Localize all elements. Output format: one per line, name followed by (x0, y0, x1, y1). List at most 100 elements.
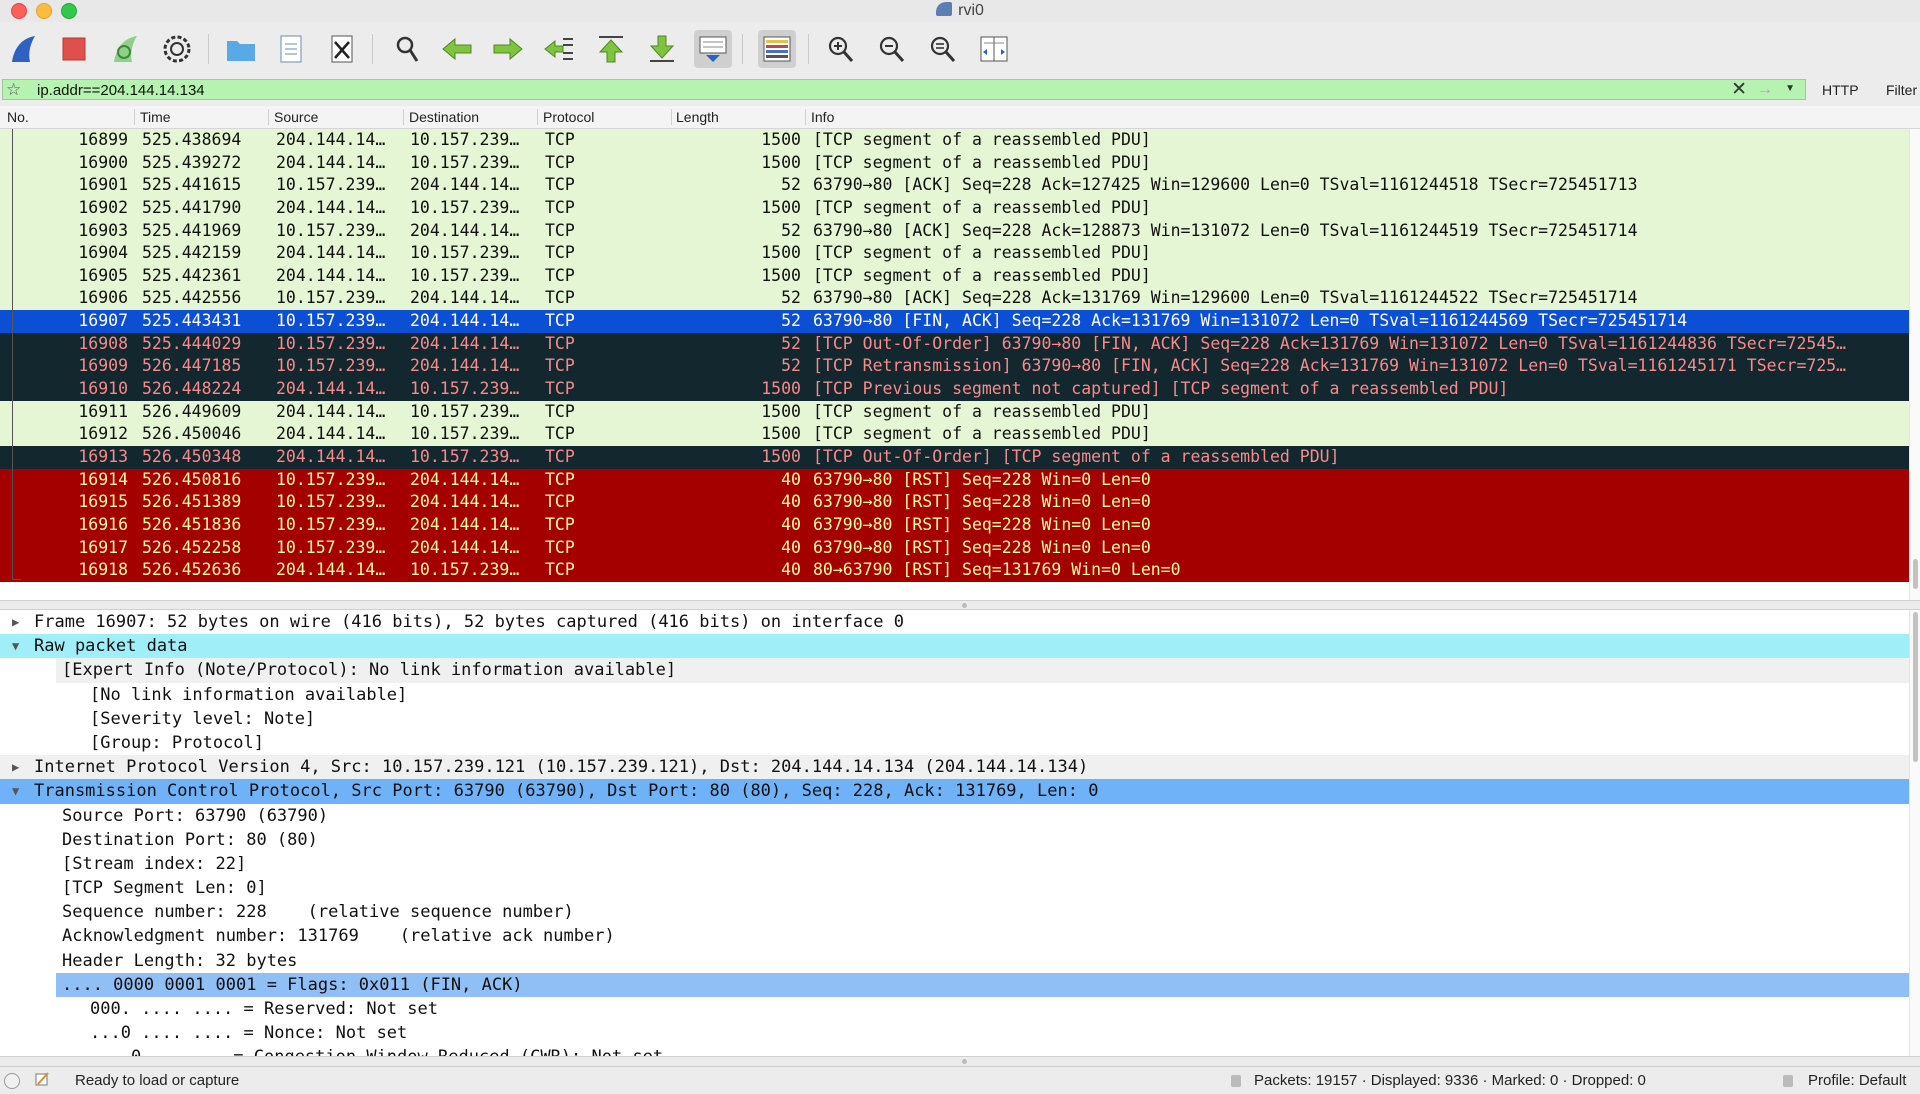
detail-tree-item[interactable]: 000. .... .... = Reserved: Not set (0, 997, 1920, 1021)
packet-row[interactable]: 16912 526.450046 204.144.14… 10.157.239… TCP… (0, 423, 1910, 446)
find-packet-button[interactable] (388, 30, 426, 68)
resize-columns-button[interactable] (975, 30, 1013, 68)
scrollbar-thumb[interactable] (1913, 612, 1918, 762)
filter-history-chevron-icon[interactable]: ▼ (1785, 83, 1795, 94)
go-last-packet-button[interactable] (643, 30, 681, 68)
detail-tree-item[interactable]: ...0 .... .... = Nonce: Not set (0, 1021, 1920, 1045)
packet-row[interactable]: 16910 526.448224 204.144.14… 10.157.239… TCP… (0, 378, 1910, 401)
packet-row[interactable]: 16906 525.442556 10.157.239… 204.144.14… TCP… (0, 287, 1910, 311)
packet-list-scrollbar[interactable] (1909, 129, 1920, 600)
packet-row[interactable]: 16899 525.438694 204.144.14… 10.157.239… TCP… (0, 129, 1910, 152)
scrollbar-thumb[interactable] (1913, 559, 1918, 589)
detail-tree-item[interactable]: Sequence number: 228 (relative sequence … (0, 900, 1920, 924)
zoom-out-button[interactable] (873, 30, 911, 68)
cell-no: 16899 (78, 130, 128, 149)
packet-row[interactable]: 16911 526.449609 204.144.14… 10.157.239… TCP… (0, 400, 1910, 424)
packet-row[interactable]: 16915 526.451389 10.157.239… 204.144.14… TCP… (0, 491, 1910, 514)
autoscroll-button[interactable] (694, 30, 732, 68)
capture-comment-icon[interactable] (34, 1072, 50, 1086)
display-filter-value[interactable]: ip.addr==204.144.14.134 (37, 82, 205, 99)
column-header-info[interactable]: Info (811, 109, 834, 125)
column-divider[interactable] (403, 109, 404, 125)
packet-row[interactable]: 16913 526.450348 204.144.14… 10.157.239… TCP… (0, 445, 1910, 469)
capture-options-button[interactable] (158, 30, 196, 68)
detail-tree-item[interactable]: Source Port: 63790 (63790) (0, 804, 1920, 828)
detail-tree-item[interactable]: ▼[Expert Info (Note/Protocol): No link i… (56, 658, 1920, 683)
detail-tree-item[interactable]: ▼.... 0000 0001 0001 = Flags: 0x011 (FIN… (56, 972, 1920, 997)
detail-tree-item[interactable]: [Group: Protocol] (0, 731, 1920, 755)
go-first-packet-button[interactable] (592, 30, 630, 68)
go-forward-button[interactable] (489, 30, 527, 68)
http-filter-button[interactable]: HTTP (1822, 82, 1859, 98)
collapse-triangle-icon[interactable]: ▼ (12, 634, 19, 658)
normal-size-button[interactable] (924, 30, 962, 68)
packet-row[interactable]: 16916 526.451836 10.157.239… 204.144.14… TCP… (0, 513, 1910, 537)
detail-tree-item[interactable]: Acknowledgment number: 131769 (relative … (0, 924, 1920, 948)
column-header-length[interactable]: Length (676, 109, 719, 125)
column-header-time[interactable]: Time (140, 109, 171, 125)
expand-triangle-icon[interactable]: ▶ (12, 610, 19, 634)
splitter-handle[interactable] (962, 603, 967, 608)
packet-row[interactable]: 16904 525.442159 204.144.14… 10.157.239… TCP… (0, 242, 1910, 265)
colorize-button[interactable] (758, 30, 796, 68)
packet-row[interactable]: 16905 525.442361 204.144.14… 10.157.239… TCP… (0, 264, 1910, 288)
packet-row[interactable]: 16900 525.439272 204.144.14… 10.157.239… TCP… (0, 151, 1910, 175)
packet-row[interactable]: 16909 526.447185 10.157.239… 204.144.14… TCP… (0, 355, 1910, 379)
column-header-source[interactable]: Source (274, 109, 318, 125)
column-divider[interactable] (537, 109, 538, 125)
detail-tree-item[interactable]: ....0... .... = Congestion Window Reduce… (0, 1045, 1920, 1056)
stop-capture-button[interactable] (55, 30, 93, 68)
column-divider[interactable] (268, 109, 269, 125)
column-header-destination[interactable]: Destination (409, 109, 479, 125)
packet-row[interactable]: 16917 526.452258 10.157.239… 204.144.14… TCP… (0, 536, 1910, 560)
detail-tree-item[interactable]: [No link information available] (0, 683, 1920, 707)
packet-row[interactable]: 16908 525.444029 10.157.239… 204.144.14… TCP… (0, 332, 1910, 356)
open-file-button[interactable] (222, 30, 260, 68)
column-header-no[interactable]: No. (7, 109, 29, 125)
detail-tree-item[interactable]: Header Length: 32 bytes (0, 949, 1920, 973)
detail-tree-item[interactable]: Destination Port: 80 (80) (0, 828, 1920, 852)
restart-capture-button[interactable] (106, 30, 144, 68)
start-capture-button[interactable] (4, 30, 42, 68)
bookmark-star-icon[interactable]: ☆ (6, 81, 21, 99)
save-file-button[interactable] (272, 30, 310, 68)
expand-triangle-icon[interactable]: ▶ (12, 755, 19, 779)
go-to-packet-button[interactable] (540, 30, 578, 68)
cell-protocol: TCP (545, 243, 575, 263)
cell-time: 526.450348 (142, 446, 242, 466)
packet-row[interactable]: 16914 526.450816 10.157.239… 204.144.14… TCP… (0, 468, 1910, 492)
detail-tree-item[interactable]: ▶ Internet Protocol Version 4, Src: 10.15… (0, 755, 1920, 780)
column-divider[interactable] (134, 109, 135, 125)
detail-tree-item[interactable]: ▶ Frame 16907: 52 bytes on wire (416 bits… (0, 610, 1920, 634)
detail-tree-item[interactable]: ▼ Raw packet data (0, 634, 1920, 659)
packet-row[interactable]: 16907 525.443431 10.157.239… 204.144.14… TCP… (0, 310, 1910, 333)
clear-filter-icon[interactable]: ✕ (1731, 80, 1747, 100)
zoom-in-button[interactable] (822, 30, 860, 68)
expert-info-led-icon[interactable] (4, 1073, 20, 1089)
detail-tree-item[interactable]: [Stream index: 22] (0, 852, 1920, 876)
packet-row[interactable]: 16902 525.441790 204.144.14… 10.157.239… TCP… (0, 196, 1910, 220)
detail-tree-item[interactable]: [TCP Segment Len: 0] (0, 876, 1920, 900)
column-divider[interactable] (805, 109, 806, 125)
packet-row[interactable]: 16903 525.441969 10.157.239… 204.144.14… TCP… (0, 219, 1910, 243)
detail-tree-item[interactable]: ▼ Transmission Control Protocol, Src Port… (0, 779, 1920, 804)
pane-splitter[interactable] (0, 600, 1920, 610)
cell-info: [TCP segment of a reassembled PDU] (813, 424, 1151, 444)
apply-filter-arrow-icon[interactable]: → (1757, 80, 1773, 100)
packet-row[interactable]: 16901 525.441615 10.157.239… 204.144.14… TCP… (0, 174, 1910, 197)
detail-text: Frame 16907: 52 bytes on wire (416 bits)… (34, 612, 904, 632)
details-scrollbar[interactable] (1909, 610, 1920, 1056)
column-header-protocol[interactable]: Protocol (543, 109, 594, 125)
close-file-button[interactable] (323, 30, 361, 68)
go-back-button[interactable] (438, 30, 476, 68)
collapse-triangle-icon[interactable]: ▼ (12, 779, 19, 803)
display-filter-input[interactable]: ☆ ip.addr==204.144.14.134 ✕ → ▼ (2, 79, 1806, 100)
filter-expression-button[interactable]: Filter (1886, 82, 1917, 98)
cell-destination: 10.157.239… (410, 197, 520, 217)
detail-tree-item[interactable]: [Severity level: Note] (0, 707, 1920, 731)
cell-protocol: TCP (545, 446, 575, 466)
splitter-handle[interactable] (962, 1059, 967, 1064)
column-divider[interactable] (671, 109, 672, 125)
profile-label[interactable]: Profile: Default (1808, 1072, 1906, 1089)
packet-row[interactable]: 16918 526.452636 204.144.14… 10.157.239… TCP… (0, 559, 1910, 582)
